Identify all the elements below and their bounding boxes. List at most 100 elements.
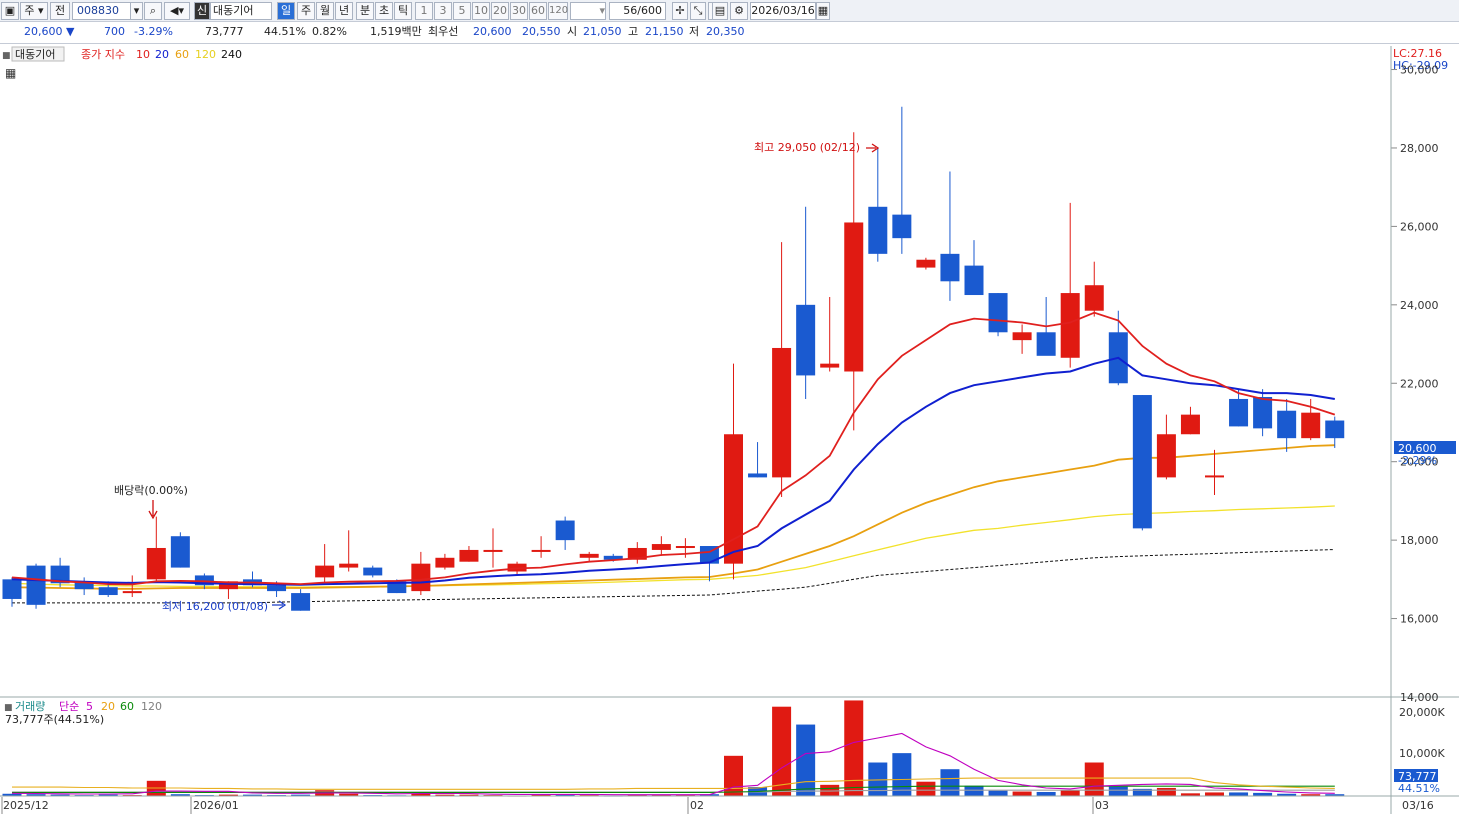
save-icon[interactable]: ▤ bbox=[712, 2, 728, 20]
volume-current: 73,777주(44.51%) bbox=[5, 713, 104, 726]
date-label-2026-01: 2026/01 bbox=[193, 799, 239, 812]
layout-icon[interactable]: ▣ bbox=[1, 2, 19, 20]
minute-30[interactable]: 30 bbox=[510, 2, 528, 20]
candle-body bbox=[146, 547, 166, 580]
candle-body bbox=[411, 563, 431, 592]
volume-label: 거래량 bbox=[15, 700, 45, 713]
minute-3[interactable]: 3 bbox=[434, 2, 452, 20]
candle-body bbox=[1301, 412, 1321, 439]
price-tick-18000: 18,000 bbox=[1400, 534, 1439, 547]
legend-ma240: 240 bbox=[221, 48, 242, 61]
candle-body bbox=[748, 473, 768, 478]
volume-bar bbox=[964, 785, 984, 796]
candle-body bbox=[796, 304, 816, 376]
candle-body bbox=[435, 557, 455, 568]
legend-ma120: 120 bbox=[195, 48, 216, 61]
price-tick-14000: 14,000 bbox=[1400, 691, 1439, 704]
data-count[interactable]: 56/600 bbox=[609, 2, 666, 20]
stock-name: 대동기어 bbox=[210, 2, 272, 20]
high-label: 고 bbox=[628, 25, 639, 38]
period-month[interactable]: 월 bbox=[316, 2, 334, 20]
period-minute[interactable]: 분 bbox=[356, 2, 374, 20]
volume-toggle-icon[interactable]: ■ bbox=[4, 703, 13, 713]
market-select[interactable]: 전 bbox=[50, 2, 70, 20]
quote-bar: 20,600 ▼ 700 -3.29% 73,777 44.51% 0.82% … bbox=[0, 22, 1459, 64]
candle-body bbox=[1036, 332, 1056, 356]
credit-flag: 신 bbox=[194, 2, 210, 20]
volume-bar bbox=[1156, 787, 1176, 796]
low-price: 20,350 bbox=[706, 25, 745, 38]
candle-body bbox=[555, 520, 575, 541]
date-label-03-16: 03/16 bbox=[1402, 799, 1434, 812]
date-label-02: 02 bbox=[690, 799, 704, 812]
price-tick-16000: 16,000 bbox=[1400, 613, 1439, 626]
volume-bar bbox=[1060, 790, 1080, 796]
price-change: 700 bbox=[104, 25, 125, 38]
minute-120[interactable]: 120 bbox=[548, 2, 568, 20]
candle-body bbox=[675, 546, 695, 549]
search-icon[interactable]: ⌕ bbox=[144, 2, 162, 20]
bid-price: 20,550 bbox=[522, 25, 561, 38]
period-week[interactable]: 주 bbox=[297, 2, 315, 20]
candle-body bbox=[531, 549, 551, 552]
table-icon[interactable]: ▦ bbox=[5, 66, 16, 80]
zoom-icon[interactable]: ⤡ bbox=[690, 2, 706, 20]
gear-icon[interactable]: ⚙ bbox=[730, 2, 748, 20]
candle-body bbox=[315, 565, 335, 578]
minute-60[interactable]: 60 bbox=[529, 2, 547, 20]
minute-5[interactable]: 5 bbox=[453, 2, 471, 20]
price-tick-24000: 24,000 bbox=[1400, 299, 1439, 312]
current-price: 20,600 ▼ bbox=[24, 25, 75, 38]
volume-tick-10000k: 10,000K bbox=[1399, 747, 1445, 760]
candle-body bbox=[483, 549, 503, 552]
candle-body bbox=[170, 536, 190, 568]
volume-bar bbox=[772, 706, 792, 796]
period-year[interactable]: 년 bbox=[335, 2, 353, 20]
amount: 1,519백만 bbox=[370, 25, 422, 38]
volume-tick-20000k: 20,000K bbox=[1399, 706, 1445, 719]
calendar-icon[interactable]: ▦ bbox=[816, 2, 830, 20]
candle-body bbox=[2, 579, 22, 599]
date-field[interactable]: 2026/03/16 bbox=[750, 2, 816, 20]
volume-value: 73,777 bbox=[205, 25, 244, 38]
volume-bar bbox=[1012, 791, 1032, 796]
custom-minute-input[interactable]: ▾ bbox=[570, 2, 606, 20]
volume-ma5: 5 bbox=[86, 700, 93, 713]
candle-body bbox=[940, 253, 960, 282]
volume-bar bbox=[1205, 792, 1224, 796]
change-percent: -3.29% bbox=[134, 25, 173, 38]
period-second[interactable]: 초 bbox=[375, 2, 393, 20]
market-type-select[interactable]: 주 ▾ bbox=[20, 2, 48, 20]
candle-body bbox=[459, 549, 479, 562]
candle-body bbox=[363, 567, 383, 576]
code-dropdown-icon[interactable]: ▾ bbox=[130, 2, 143, 20]
crosshair-icon[interactable]: ✢ bbox=[672, 2, 688, 20]
volume-bar bbox=[724, 755, 743, 796]
candle-body bbox=[1132, 395, 1152, 529]
minute-1[interactable]: 1 bbox=[415, 2, 433, 20]
open-price: 21,050 bbox=[583, 25, 622, 38]
volume-bar bbox=[1229, 792, 1249, 796]
speaker-icon[interactable]: ◀▾ bbox=[164, 2, 190, 20]
legend-ma20: 20 bbox=[155, 48, 169, 61]
candle-body bbox=[964, 265, 984, 296]
candle-body bbox=[1012, 332, 1032, 341]
price-chart[interactable]: 대동기어 종가 지수 10 20 60 120 240 ■ ▦ LC:27.16… bbox=[0, 44, 1459, 814]
candle-body bbox=[1060, 293, 1080, 358]
volume-bar bbox=[988, 790, 1008, 796]
price-tick-30000: 30,000 bbox=[1400, 64, 1439, 77]
candle-body bbox=[988, 293, 1008, 333]
volume-ma60: 60 bbox=[120, 700, 134, 713]
volume-bar bbox=[796, 724, 816, 796]
high-price: 21,150 bbox=[645, 25, 684, 38]
period-tick[interactable]: 틱 bbox=[394, 2, 412, 20]
date-label-03: 03 bbox=[1095, 799, 1109, 812]
period-day[interactable]: 일 bbox=[277, 2, 295, 20]
volume-pct-badge: 44.51% bbox=[1398, 782, 1440, 795]
volume-ma20: 20 bbox=[101, 700, 115, 713]
stock-code-input[interactable]: 008830 bbox=[72, 2, 132, 20]
minute-20[interactable]: 20 bbox=[491, 2, 509, 20]
minute-10[interactable]: 10 bbox=[472, 2, 490, 20]
dividend-annotation: 배당락(0.00%) bbox=[114, 484, 188, 497]
legend-toggle-icon[interactable]: ■ bbox=[2, 51, 11, 61]
